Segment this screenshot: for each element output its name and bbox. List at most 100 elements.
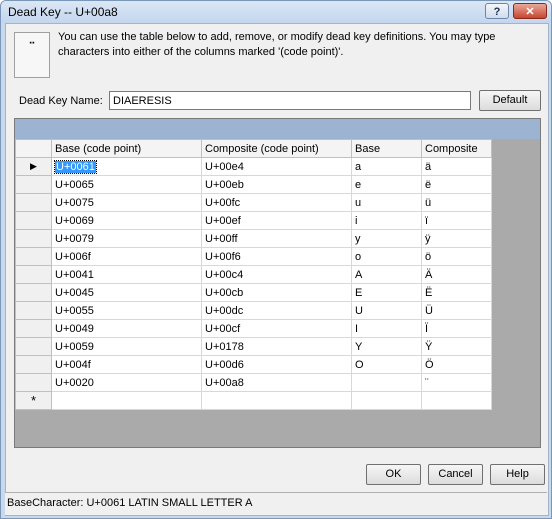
- row-header[interactable]: [15, 337, 52, 356]
- close-button[interactable]: ✕: [513, 3, 547, 19]
- composite-char-cell[interactable]: Ö: [421, 355, 492, 374]
- dead-key-icon: ¨: [14, 32, 50, 78]
- composite-code-point-cell[interactable]: U+00ff: [201, 229, 352, 248]
- new-row[interactable]: *: [15, 391, 492, 410]
- new-row-cell[interactable]: [51, 391, 202, 410]
- base-char-cell[interactable]: y: [351, 229, 422, 248]
- base-code-point-cell[interactable]: U+0065: [51, 175, 202, 194]
- base-char-cell[interactable]: I: [351, 319, 422, 338]
- composite-char-cell[interactable]: ï: [421, 211, 492, 230]
- table-row[interactable]: U+0069 U+00ef i ï: [15, 211, 492, 230]
- row-header[interactable]: ▶: [15, 157, 52, 176]
- composite-code-point-cell[interactable]: U+00a8: [201, 373, 352, 392]
- composite-char-cell[interactable]: Ü: [421, 301, 492, 320]
- base-char-cell[interactable]: U: [351, 301, 422, 320]
- row-header[interactable]: [15, 175, 52, 194]
- row-header[interactable]: [15, 247, 52, 266]
- base-code-point-cell[interactable]: U+0069: [51, 211, 202, 230]
- row-header[interactable]: [15, 229, 52, 248]
- base-code-point-cell[interactable]: U+004f: [51, 355, 202, 374]
- default-button[interactable]: Default: [479, 90, 541, 111]
- base-code-point-cell[interactable]: U+0055: [51, 301, 202, 320]
- composite-code-point-cell[interactable]: U+00e4: [201, 157, 352, 176]
- help-button[interactable]: Help: [490, 464, 545, 485]
- composite-code-point-cell[interactable]: U+00dc: [201, 301, 352, 320]
- composite-code-point-cell[interactable]: U+0178: [201, 337, 352, 356]
- new-row-cell[interactable]: [201, 391, 352, 410]
- composite-char-cell[interactable]: ÿ: [421, 229, 492, 248]
- base-char-cell[interactable]: Y: [351, 337, 422, 356]
- base-code-point-cell[interactable]: U+0020: [51, 373, 202, 392]
- composite-char-cell[interactable]: ü: [421, 193, 492, 212]
- table-row[interactable]: U+0059 U+0178 Y Ÿ: [15, 337, 492, 356]
- row-header[interactable]: [15, 319, 52, 338]
- row-header[interactable]: [15, 283, 52, 302]
- base-char-cell[interactable]: i: [351, 211, 422, 230]
- base-code-point-cell[interactable]: U+006f: [51, 247, 202, 266]
- base-char-cell[interactable]: A: [351, 265, 422, 284]
- new-row-cell[interactable]: [421, 391, 492, 410]
- base-code-point-cell[interactable]: U+0079: [51, 229, 202, 248]
- composite-char-cell[interactable]: ë: [421, 175, 492, 194]
- base-code-point-cell[interactable]: U+0041: [51, 265, 202, 284]
- base-code-point-cell[interactable]: U+0075: [51, 193, 202, 212]
- column-header-base[interactable]: Base: [351, 139, 422, 158]
- ok-button[interactable]: OK: [366, 464, 421, 485]
- table-row[interactable]: U+0055 U+00dc U Ü: [15, 301, 492, 320]
- row-header[interactable]: [15, 193, 52, 212]
- composite-code-point-cell[interactable]: U+00f6: [201, 247, 352, 266]
- base-char-cell[interactable]: a: [351, 157, 422, 176]
- composite-char-cell[interactable]: Ï: [421, 319, 492, 338]
- composite-char-cell[interactable]: Ë: [421, 283, 492, 302]
- base-code-point-cell[interactable]: U+0045: [51, 283, 202, 302]
- new-row-marker[interactable]: *: [15, 391, 52, 410]
- selected-cell-text[interactable]: U+0061: [54, 159, 97, 174]
- column-header-composite[interactable]: Composite: [421, 139, 492, 158]
- base-char-cell[interactable]: e: [351, 175, 422, 194]
- dead-key-name-input[interactable]: [109, 91, 471, 110]
- table-row[interactable]: ▶ U+0061 U+00e4 a ä: [15, 157, 492, 176]
- composite-char-cell[interactable]: ö: [421, 247, 492, 266]
- composite-code-point-cell[interactable]: U+00ef: [201, 211, 352, 230]
- composite-code-point-cell[interactable]: U+00d6: [201, 355, 352, 374]
- composite-char-cell[interactable]: Ä: [421, 265, 492, 284]
- table-row[interactable]: U+0045 U+00cb E Ë: [15, 283, 492, 302]
- composite-code-point-cell[interactable]: U+00fc: [201, 193, 352, 212]
- base-char-cell[interactable]: O: [351, 355, 422, 374]
- table-row[interactable]: U+0079 U+00ff y ÿ: [15, 229, 492, 248]
- table-row[interactable]: U+0041 U+00c4 A Ä: [15, 265, 492, 284]
- table-row[interactable]: U+0075 U+00fc u ü: [15, 193, 492, 212]
- window-title: Dead Key -- U+00a8: [8, 5, 118, 19]
- composite-code-point-cell[interactable]: U+00cf: [201, 319, 352, 338]
- base-char-cell[interactable]: o: [351, 247, 422, 266]
- base-code-point-cell[interactable]: U+0049: [51, 319, 202, 338]
- table-row[interactable]: U+004f U+00d6 O Ö: [15, 355, 492, 374]
- base-char-cell[interactable]: E: [351, 283, 422, 302]
- base-code-point-cell[interactable]: U+0059: [51, 337, 202, 356]
- dead-key-grid: Base (code point) Composite (code point)…: [14, 118, 541, 448]
- cancel-button[interactable]: Cancel: [428, 464, 483, 485]
- base-code-point-cell[interactable]: U+0061: [51, 157, 202, 176]
- column-header-composite-code-point[interactable]: Composite (code point): [201, 139, 352, 158]
- new-row-cell[interactable]: [351, 391, 422, 410]
- row-header[interactable]: [15, 301, 52, 320]
- composite-char-cell[interactable]: ä: [421, 157, 492, 176]
- table-row[interactable]: U+0065 U+00eb e ë: [15, 175, 492, 194]
- composite-code-point-cell[interactable]: U+00cb: [201, 283, 352, 302]
- row-header[interactable]: [15, 211, 52, 230]
- composite-char-cell[interactable]: ¨: [421, 373, 492, 392]
- row-header[interactable]: [15, 373, 52, 392]
- base-char-cell[interactable]: [351, 373, 422, 392]
- table-row[interactable]: U+006f U+00f6 o ö: [15, 247, 492, 266]
- column-header-base-code-point[interactable]: Base (code point): [51, 139, 202, 158]
- help-title-button[interactable]: ?: [485, 3, 509, 19]
- table-row[interactable]: U+0020 U+00a8 ¨: [15, 373, 492, 392]
- composite-code-point-cell[interactable]: U+00eb: [201, 175, 352, 194]
- table-row[interactable]: U+0049 U+00cf I Ï: [15, 319, 492, 338]
- composite-code-point-cell[interactable]: U+00c4: [201, 265, 352, 284]
- base-char-cell[interactable]: u: [351, 193, 422, 212]
- composite-char-cell[interactable]: Ÿ: [421, 337, 492, 356]
- status-text: BaseCharacter: U+0061 LATIN SMALL LETTER…: [7, 497, 253, 509]
- row-header[interactable]: [15, 355, 52, 374]
- row-header[interactable]: [15, 265, 52, 284]
